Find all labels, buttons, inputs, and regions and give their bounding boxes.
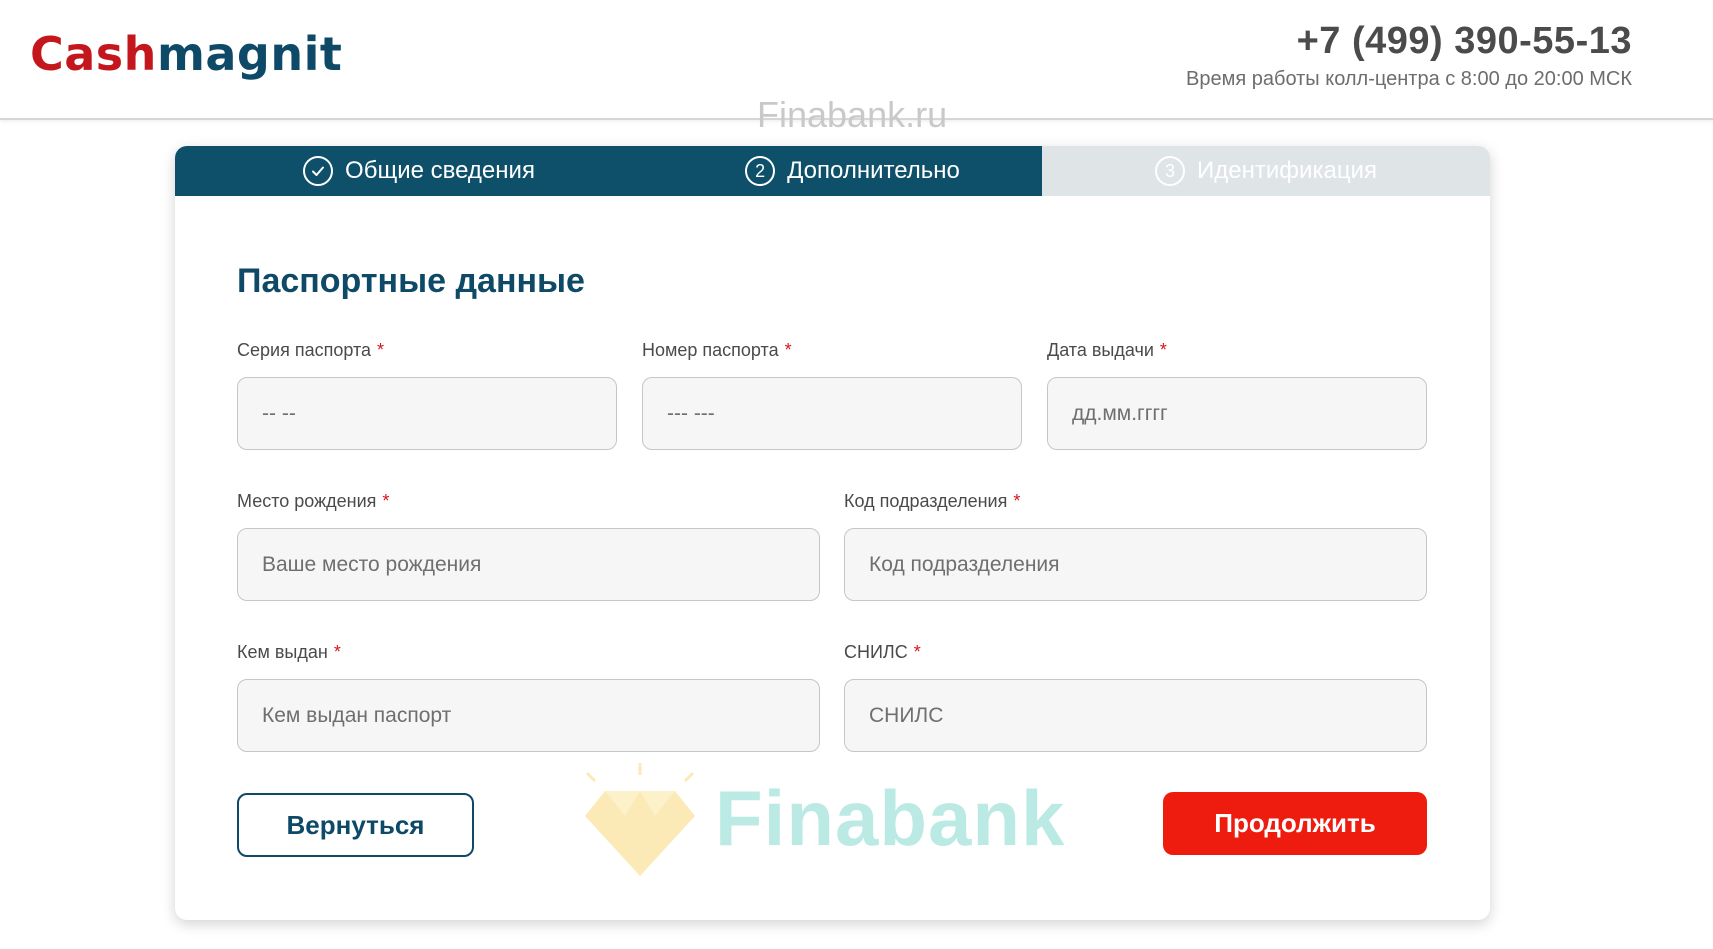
division-code-label: Код подразделения * (844, 491, 1020, 512)
required-mark: * (913, 642, 921, 662)
snils-input[interactable] (844, 679, 1427, 752)
phone-number[interactable]: +7 (499) 390-55-13 (1297, 20, 1632, 63)
birth-place-input[interactable] (237, 528, 820, 601)
finabank-watermark: Finabank (575, 761, 1064, 881)
required-mark: * (377, 340, 385, 360)
issued-by-input[interactable] (237, 679, 820, 752)
label-text: Дата выдачи (1047, 340, 1154, 360)
completed-steps-bar: Общие сведения 2 Дополнительно (175, 146, 1042, 196)
watermark-label: Finabank (715, 774, 1066, 862)
watermark-text: Finabank.ru (757, 94, 948, 135)
logo-magnit: magnit (156, 27, 343, 81)
continue-button[interactable]: Продолжить (1163, 792, 1427, 855)
back-button[interactable]: Вернуться (237, 793, 474, 857)
step-label: Дополнительно (787, 157, 960, 184)
required-mark: * (333, 642, 341, 662)
step-general-info[interactable]: Общие сведения (175, 146, 663, 196)
passport-number-label: Номер паспорта * (642, 340, 792, 361)
required-mark: * (784, 340, 792, 360)
number-circle-icon: 3 (1155, 156, 1186, 186)
label-text: Кем выдан (237, 642, 328, 662)
number-circle-icon: 2 (745, 156, 776, 186)
label-text: Номер паспорта (642, 340, 779, 360)
passport-series-label: Серия паспорта * (237, 340, 384, 361)
step-identification[interactable]: 3 Идентификация (1042, 146, 1490, 196)
label-text: Код подразделения (844, 491, 1008, 511)
label-text: Место рождения (237, 491, 377, 511)
snils-label: СНИЛС * (844, 642, 921, 663)
call-center-hours: Время работы колл-центра с 8:00 до 20:00… (1186, 68, 1632, 90)
issue-date-label: Дата выдачи * (1047, 340, 1167, 361)
label-text: СНИЛС (844, 642, 908, 662)
required-mark: * (1013, 491, 1021, 511)
logo-cash: Cash (30, 27, 157, 81)
step-label: Идентификация (1197, 157, 1377, 184)
issued-by-label: Кем выдан * (237, 642, 341, 663)
birth-place-label: Место рождения * (237, 491, 389, 512)
division-code-input[interactable] (844, 528, 1427, 601)
label-text: Серия паспорта (237, 340, 372, 360)
logo[interactable]: Cashmagnit (30, 24, 342, 84)
passport-series-input[interactable] (237, 377, 617, 450)
step-label: Общие сведения (345, 157, 535, 184)
step-progress: Общие сведения 2 Дополнительно 3 Идентиф… (175, 146, 1490, 196)
application-form-card: Общие сведения 2 Дополнительно 3 Идентиф… (175, 146, 1490, 920)
step-additional[interactable]: 2 Дополнительно (663, 146, 1042, 196)
passport-number-input[interactable] (642, 377, 1022, 450)
required-mark: * (1159, 340, 1167, 360)
diamond-icon (585, 763, 695, 876)
issue-date-input[interactable] (1047, 377, 1427, 450)
section-title: Паспортные данные (237, 262, 585, 300)
required-mark: * (382, 491, 390, 511)
check-circle-icon (303, 156, 334, 186)
